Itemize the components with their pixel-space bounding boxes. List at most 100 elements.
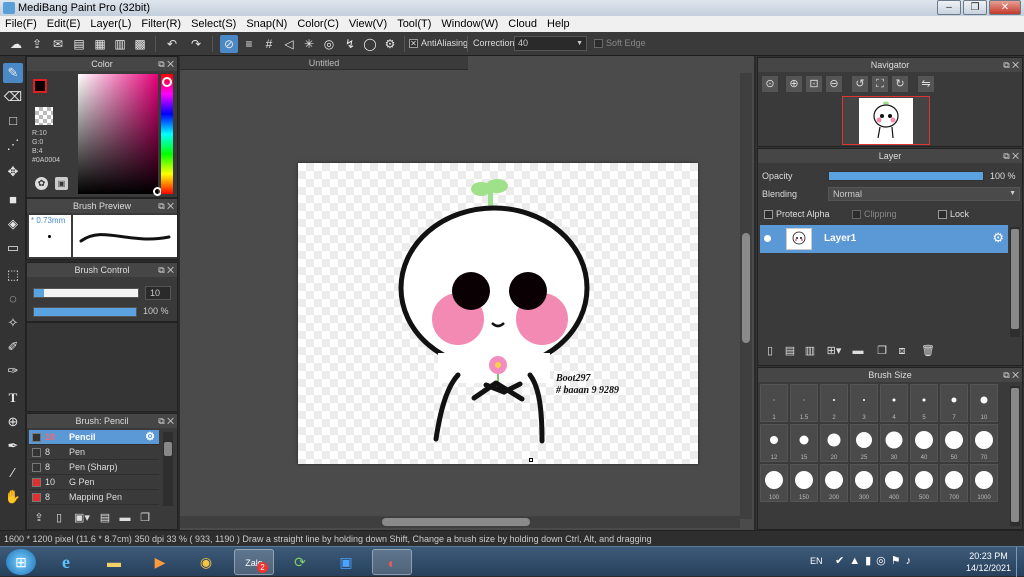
brush-size-cell[interactable]: 70 bbox=[970, 424, 998, 462]
scrollbar-thumb[interactable] bbox=[382, 518, 530, 526]
new-1bit-layer-icon[interactable]: ▥ bbox=[802, 343, 818, 359]
brush-size-cell[interactable]: 40 bbox=[910, 424, 938, 462]
scrollbar-thumb[interactable] bbox=[742, 233, 750, 343]
brush-size-cell[interactable]: 25 bbox=[850, 424, 878, 462]
snap-settings-icon[interactable]: ⚙ bbox=[381, 35, 399, 53]
flip-icon[interactable]: ⇋ bbox=[918, 76, 934, 92]
menu-tool[interactable]: Tool(T) bbox=[392, 18, 436, 30]
curve-snap-icon[interactable]: ↯ bbox=[341, 35, 359, 53]
menu-view[interactable]: View(V) bbox=[344, 18, 392, 30]
radial-snap-icon[interactable]: ✳ bbox=[300, 35, 318, 53]
move-tool-icon[interactable]: ✥ bbox=[3, 162, 23, 182]
file-explorer-icon[interactable]: ▬ bbox=[94, 549, 134, 575]
tab-untitled[interactable]: Untitled bbox=[180, 56, 468, 70]
language-indicator[interactable]: EN bbox=[810, 556, 823, 566]
scrollbar-thumb[interactable] bbox=[164, 442, 172, 456]
zoom-icon[interactable]: ⊙ bbox=[762, 76, 778, 92]
pages-icon[interactable]: ▥ bbox=[111, 35, 129, 53]
hue-slider[interactable] bbox=[161, 74, 173, 194]
bucket-tool-icon[interactable]: ◈ bbox=[3, 214, 23, 234]
clipping-checkbox[interactable] bbox=[852, 210, 861, 220]
close-window-button[interactable]: ✕ bbox=[989, 0, 1021, 15]
medibang-taskbar-icon[interactable]: ◐ bbox=[372, 549, 412, 575]
gear-icon[interactable]: ⚙ bbox=[145, 430, 155, 445]
brush-size-cell[interactable]: 700 bbox=[940, 464, 968, 502]
panel-window-icons[interactable]: ⧉ ✕ bbox=[1003, 58, 1019, 72]
layer-row[interactable]: Layer1 ⚙ bbox=[760, 225, 1008, 253]
brush-size-cell[interactable]: 4 bbox=[880, 384, 908, 422]
fit-icon[interactable]: ⊡ bbox=[806, 76, 822, 92]
zoom-out-icon[interactable]: ⊖ bbox=[826, 76, 842, 92]
panel-window-icons[interactable]: ⧉ ✕ bbox=[1003, 368, 1019, 382]
snap-off-icon[interactable]: ⊘ bbox=[220, 35, 238, 53]
palette-icon[interactable]: ✿ bbox=[35, 177, 48, 190]
brush-item-pen[interactable]: 8 Pen bbox=[29, 445, 159, 460]
antialiasing-checkbox[interactable]: ✕ bbox=[409, 39, 418, 49]
panel-window-icons[interactable]: ⧉ ✕ bbox=[158, 414, 174, 428]
lock-checkbox[interactable] bbox=[938, 210, 947, 220]
folder-icon[interactable]: ▬ bbox=[117, 510, 133, 526]
canvas-vertical-scrollbar[interactable] bbox=[740, 73, 752, 519]
brush-size-cell[interactable]: 3 bbox=[850, 384, 878, 422]
scrollbar-thumb[interactable] bbox=[1011, 229, 1019, 329]
dot-tool-icon[interactable]: ⋰ bbox=[3, 135, 23, 155]
zalo-icon[interactable]: Zalo 2 bbox=[234, 549, 274, 575]
sync-app-icon[interactable]: ⟳ bbox=[280, 549, 320, 575]
brush-size-cell[interactable]: 500 bbox=[910, 464, 938, 502]
brush-size-cell[interactable]: 1000 bbox=[970, 464, 998, 502]
duplicate-brush-icon[interactable]: ❐ bbox=[137, 510, 153, 526]
maximize-button[interactable]: ❐ bbox=[963, 0, 987, 15]
brush-size-cell[interactable]: 5 bbox=[910, 384, 938, 422]
circle-snap-icon[interactable]: ◎ bbox=[320, 35, 338, 53]
menu-layer[interactable]: Layer(L) bbox=[85, 18, 136, 30]
panel-window-icons[interactable]: ⧉ ✕ bbox=[1003, 149, 1019, 163]
brush-size-cell[interactable]: 400 bbox=[880, 464, 908, 502]
color-history-icon[interactable]: ▣ bbox=[55, 177, 68, 190]
rotate-left-icon[interactable]: ↺ bbox=[852, 76, 868, 92]
add-layer-menu-icon[interactable]: ⊞▾ bbox=[822, 343, 846, 359]
duplicate-layer-icon[interactable]: ❐ bbox=[874, 343, 890, 359]
eraser-tool-icon[interactable]: ⌫ bbox=[3, 87, 23, 107]
hand-tool-icon[interactable]: ✋ bbox=[3, 487, 23, 507]
menu-color[interactable]: Color(C) bbox=[292, 18, 344, 30]
operation-tool-icon[interactable]: ⊕ bbox=[3, 412, 23, 432]
panel-window-icons[interactable]: ⧉ ✕ bbox=[158, 199, 174, 213]
hue-slider-handle[interactable] bbox=[162, 77, 172, 87]
new-brush-icon[interactable]: ▯ bbox=[51, 510, 67, 526]
eye-icon[interactable] bbox=[764, 235, 771, 242]
magic-wand-icon[interactable]: ✧ bbox=[3, 313, 23, 333]
brush-settings-icon[interactable]: ▤ bbox=[97, 510, 113, 526]
navigator-viewport[interactable] bbox=[842, 96, 930, 145]
brush-size-value[interactable]: 10 bbox=[145, 286, 171, 300]
cloud-brush-icon[interactable]: ⇪ bbox=[31, 510, 47, 526]
menu-edit[interactable]: Edit(E) bbox=[42, 18, 86, 30]
vanishing-point-icon[interactable]: ◁ bbox=[280, 35, 298, 53]
select-eraser-icon[interactable]: ✑ bbox=[3, 361, 23, 381]
scrollbar-thumb[interactable] bbox=[1011, 388, 1019, 522]
brush-item-mapping-pen[interactable]: 8 Mapping Pen bbox=[29, 490, 159, 505]
brush-size-cell[interactable]: 7 bbox=[940, 384, 968, 422]
brush-size-cell[interactable]: 1.5 bbox=[790, 384, 818, 422]
layer-list-scrollbar[interactable] bbox=[1010, 227, 1020, 337]
eyedropper-tool-icon[interactable]: ✒ bbox=[3, 436, 23, 456]
brush-size-cell[interactable]: 10 bbox=[970, 384, 998, 422]
undo-icon[interactable]: ↶ bbox=[163, 35, 181, 53]
rectangle-tool-icon[interactable]: □ bbox=[3, 111, 23, 131]
brush-size-cell[interactable]: 20 bbox=[820, 424, 848, 462]
brush-size-cell[interactable]: 100 bbox=[760, 464, 788, 502]
redo-icon[interactable]: ↷ bbox=[187, 35, 205, 53]
comment-icon[interactable]: ✉ bbox=[49, 35, 67, 53]
antialiasing-toggle[interactable]: ✕ AntiAliasing bbox=[409, 38, 468, 49]
menu-snap[interactable]: Snap(N) bbox=[241, 18, 292, 30]
brush-item-pencil[interactable]: 10 Pencil ⚙ bbox=[29, 430, 159, 445]
minimize-button[interactable]: – bbox=[937, 0, 961, 15]
canvas-horizontal-scrollbar[interactable] bbox=[180, 516, 740, 528]
clipping-toggle[interactable]: Clipping bbox=[852, 209, 897, 220]
brush-size-scrollbar[interactable] bbox=[1010, 386, 1020, 526]
saturation-value-square[interactable] bbox=[78, 74, 162, 196]
menu-help[interactable]: Help bbox=[542, 18, 575, 30]
upload-icon[interactable]: ⇪ bbox=[28, 35, 46, 53]
menu-window[interactable]: Window(W) bbox=[436, 18, 503, 30]
blending-dropdown[interactable]: Normal ▼ bbox=[828, 187, 1020, 201]
parallel-snap-icon[interactable]: ≡ bbox=[240, 35, 258, 53]
